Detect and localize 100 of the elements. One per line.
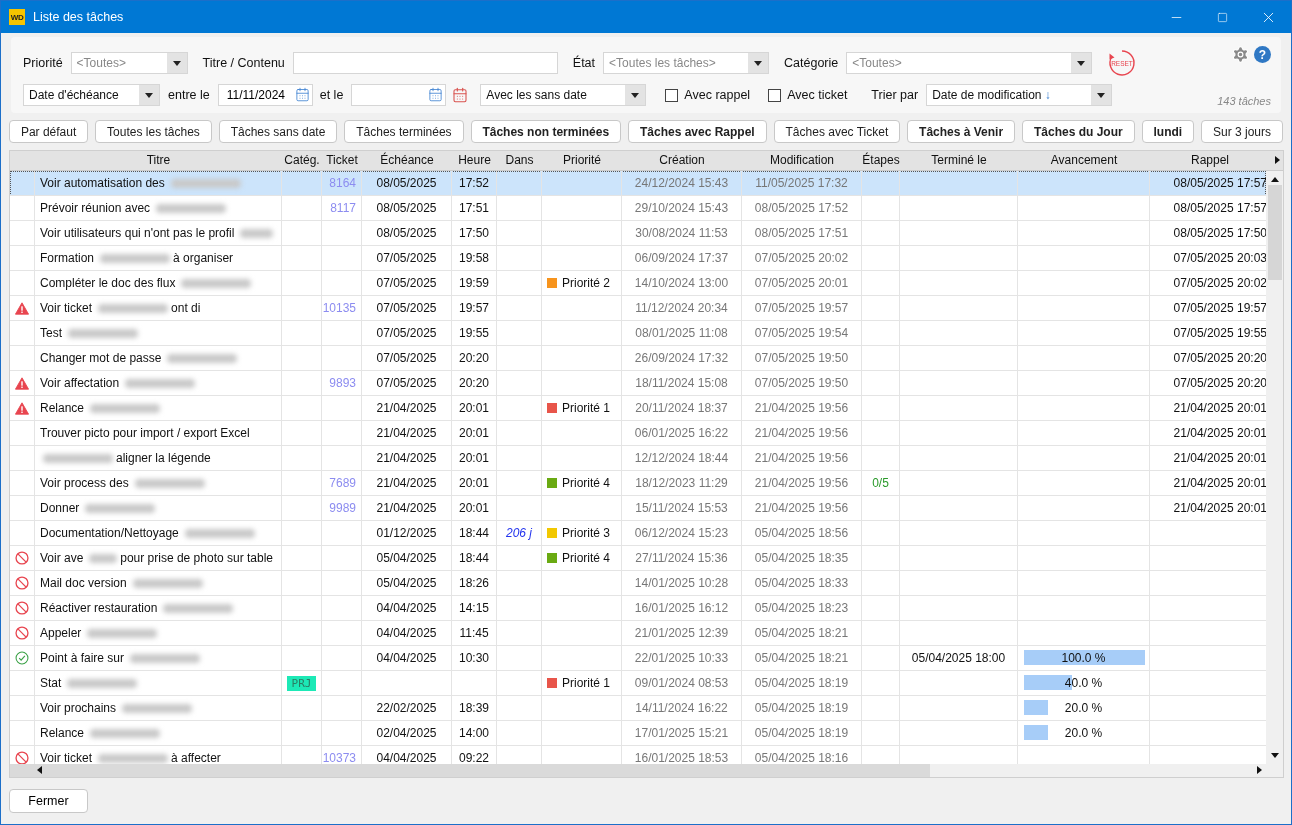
filter-button[interactable]: Tâches terminées bbox=[344, 120, 464, 143]
scrollbar-thumb[interactable] bbox=[1267, 185, 1282, 280]
calendar-icon[interactable] bbox=[452, 87, 469, 103]
table-cell: 21/04/2025 19:56 bbox=[754, 401, 849, 415]
table-cell: 20/11/2024 18:37 bbox=[635, 401, 728, 415]
column-header[interactable]: Avancement bbox=[1018, 151, 1150, 170]
table-row[interactable]: Relance 02/04/2025 14:00 17/01/2025 15:21 05/04/2025 18:19 20.0 % bbox=[10, 721, 1267, 746]
column-header[interactable]: Titre bbox=[35, 151, 282, 170]
column-header[interactable]: Dans bbox=[497, 151, 542, 170]
table-row[interactable]: Compléter le doc des flux 07/05/2025 19:59 Priorité 2 14/10/2024 13:00 07/05/2025 20:01 07/05/2025 20:02 bbox=[10, 271, 1267, 296]
table-row[interactable]: Réactiver restauration 04/04/2025 14:15 16/01/2025 16:12 05/04/2025 18:23 bbox=[10, 596, 1267, 621]
task-title: Voir ticket bbox=[40, 301, 93, 315]
date-field[interactable]: 11/11/2024 bbox=[217, 84, 313, 106]
table-row[interactable]: Stat PRJ Priorité 1 09/01/2024 08:53 05/04/2025 18:19 40.0 % bbox=[10, 671, 1267, 696]
dropdown[interactable]: <Toutes les tâches> bbox=[603, 52, 770, 74]
table-row[interactable]: Documentation/Nettoyage 01/12/2025 18:44 206 j Priorité 3 06/12/2024 15:23 05/04/2025 18:56 bbox=[10, 521, 1267, 546]
scroll-left-icon[interactable] bbox=[36, 766, 44, 775]
table-row[interactable]: Voir utilisateurs qui n'ont pas le profil 08/05/2025 17:50 30/08/2024 11:53 08/05/2025 17:51 08/05/2025 17:50 bbox=[10, 221, 1267, 246]
table-row[interactable]: Test 07/05/2025 19:55 08/01/2025 11:08 07/05/2025 19:54 07/05/2025 19:55 bbox=[10, 321, 1267, 346]
calendar-icon[interactable] bbox=[428, 87, 444, 102]
table-row[interactable]: Voir affectation 9893 07/05/2025 20:20 18/11/2024 15:08 07/05/2025 19:50 07/05/2025 20:20 bbox=[10, 371, 1267, 396]
table-cell: 07/05/2025 20:20 bbox=[1173, 376, 1267, 390]
checkbox[interactable]: Avec ticket bbox=[768, 88, 848, 102]
table-cell: 22/02/2025 bbox=[376, 701, 437, 715]
filter-button[interactable]: Toutes les tâches bbox=[95, 120, 212, 143]
column-header[interactable]: Priorité bbox=[542, 151, 622, 170]
redacted-mark bbox=[100, 253, 171, 263]
table-row[interactable]: Prévoir réunion avec 8117 08/05/2025 17:51 29/10/2024 15:43 08/05/2025 17:52 08/05/2025 17:57 bbox=[10, 196, 1267, 221]
table-row[interactable]: Mail doc version 05/04/2025 18:26 14/01/2025 10:28 05/04/2025 18:33 bbox=[10, 571, 1267, 596]
table-cell: 21/04/2025 bbox=[376, 426, 437, 440]
table-row[interactable]: aligner la légende 21/04/2025 20:01 12/12/2024 18:44 21/04/2025 19:56 21/04/2025 20:01 bbox=[10, 446, 1267, 471]
column-header[interactable]: Catég. bbox=[282, 151, 322, 170]
table-cell: 07/05/2025 bbox=[376, 326, 437, 340]
scrollbar-thumb[interactable] bbox=[10, 764, 930, 777]
table-row[interactable]: Formation à organiser 07/05/2025 19:58 06/09/2024 17:37 07/05/2025 20:02 07/05/2025 20:03 bbox=[10, 246, 1267, 271]
dropdown[interactable]: <Toutes> bbox=[846, 52, 1093, 74]
table-cell: 07/05/2025 20:01 bbox=[754, 276, 849, 290]
table-cell: 07/05/2025 bbox=[376, 376, 437, 390]
column-header[interactable]: Étapes bbox=[862, 151, 900, 170]
table-row[interactable]: Voir ticket ont di 10135 07/05/2025 19:57 11/12/2024 20:34 07/05/2025 19:57 07/05/2025 19:57 bbox=[10, 296, 1267, 321]
maximize-icon[interactable] bbox=[1216, 11, 1228, 23]
filter-button[interactable]: Tâches avec Rappel bbox=[628, 120, 767, 143]
settings-icon[interactable] bbox=[1231, 45, 1250, 64]
table-cell: 01/12/2025 bbox=[376, 526, 437, 540]
table-cell: 21/04/2025 20:01 bbox=[1173, 451, 1267, 465]
table-cell: 18:39 bbox=[459, 701, 489, 715]
column-header[interactable]: Modification bbox=[742, 151, 862, 170]
help-icon[interactable]: ? bbox=[1254, 46, 1271, 63]
filter-button[interactable]: Tâches avec Ticket bbox=[773, 120, 901, 143]
filter-button[interactable]: Sur 3 jours bbox=[1201, 120, 1283, 143]
table-row[interactable]: Relance 21/04/2025 20:01 Priorité 1 20/11/2024 18:37 21/04/2025 19:56 21/04/2025 20:01 bbox=[10, 396, 1267, 421]
table-cell: 18:44 bbox=[459, 551, 489, 565]
table-cell: 06/09/2024 17:37 bbox=[634, 251, 729, 265]
task-title: Point à faire sur bbox=[40, 651, 125, 665]
table-cell: 21/04/2025 20:01 bbox=[1173, 501, 1267, 515]
table-cell: 21/04/2025 bbox=[376, 401, 437, 415]
table-cell: 0/5 bbox=[872, 476, 889, 490]
dropdown[interactable]: <Toutes> bbox=[70, 52, 188, 74]
filter-button[interactable]: Tâches à Venir bbox=[907, 120, 1016, 143]
column-header[interactable]: Ticket bbox=[322, 151, 362, 170]
column-header[interactable]: Terminé le bbox=[900, 151, 1018, 170]
table-cell: 07/05/2025 19:57 bbox=[1173, 301, 1267, 315]
table-row[interactable]: Appeler 04/04/2025 11:45 21/01/2025 12:39 05/04/2025 18:21 bbox=[10, 621, 1267, 646]
column-header[interactable]: Heure bbox=[452, 151, 497, 170]
column-header[interactable]: Rappel bbox=[1150, 151, 1270, 170]
filter-button[interactable]: Tâches du Jour bbox=[1022, 120, 1135, 143]
redacted-mark bbox=[90, 403, 161, 413]
filter-button[interactable]: Tâches non terminées bbox=[470, 120, 622, 143]
scroll-right-icon[interactable] bbox=[1255, 765, 1263, 775]
dropdown[interactable]: Date de modification ↓ bbox=[926, 84, 1113, 106]
task-title: Changer mot de passe bbox=[40, 351, 162, 365]
table-cell: 7689 bbox=[329, 476, 356, 490]
table-row[interactable]: Voir process des 7689 21/04/2025 20:01 Priorité 4 18/12/2023 11:29 21/04/2025 19:56 0/5 21/04/2025 20:01 bbox=[10, 471, 1267, 496]
column-header[interactable]: Échéance bbox=[362, 151, 452, 170]
close-dialog-button[interactable]: Fermer bbox=[9, 789, 88, 813]
scroll-right-icon[interactable] bbox=[1272, 156, 1281, 165]
table-row[interactable]: Voir ave pour prise de photo sur table 05/04/2025 18:44 Priorité 4 27/11/2024 15:36 05/04/2025 18:35 bbox=[10, 546, 1267, 571]
task-title: Relance bbox=[40, 726, 85, 740]
table-row[interactable]: Voir automatisation des 8164 08/05/2025 17:52 24/12/2024 15:43 11/05/2025 17:32 08/05/2025 17:57 bbox=[10, 171, 1267, 196]
filter-button[interactable]: Par défaut bbox=[9, 120, 89, 143]
date-field[interactable] bbox=[351, 84, 447, 106]
column-header[interactable]: Création bbox=[622, 151, 742, 170]
filter-label: Trier par bbox=[871, 88, 919, 102]
dropdown[interactable]: Date d'échéance bbox=[23, 84, 160, 106]
table-row[interactable]: Voir prochains 22/02/2025 18:39 14/11/2024 16:22 05/04/2025 18:19 20.0 % bbox=[10, 696, 1267, 721]
table-row[interactable]: Trouver picto pour import / export Excel 21/04/2025 20:01 06/01/2025 16:22 21/04/2025 19:56 21/04/2025 20:01 bbox=[10, 421, 1267, 446]
filter-button[interactable]: Tâches sans date bbox=[218, 120, 338, 143]
checkbox[interactable]: Avec rappel bbox=[665, 88, 751, 102]
calendar-icon[interactable] bbox=[294, 87, 310, 102]
filter-button[interactable]: lundi bbox=[1141, 120, 1195, 143]
dropdown[interactable]: Avec les sans date bbox=[480, 84, 647, 106]
table-cell: 08/05/2025 17:57 bbox=[1173, 176, 1267, 190]
table-cell: 19:55 bbox=[459, 326, 489, 340]
redacted-mark bbox=[85, 503, 156, 513]
table-row[interactable]: Donner 9989 21/04/2025 20:01 15/11/2024 15:53 21/04/2025 19:56 21/04/2025 20:01 bbox=[10, 496, 1267, 521]
table-cell: 02/04/2025 bbox=[376, 726, 437, 740]
scroll-down-icon[interactable] bbox=[1270, 751, 1279, 760]
table-row[interactable]: Changer mot de passe 07/05/2025 20:20 26/09/2024 17:32 07/05/2025 19:50 07/05/2025 20:20 bbox=[10, 346, 1267, 371]
search-field[interactable] bbox=[292, 52, 558, 74]
table-row[interactable]: Point à faire sur 04/04/2025 10:30 22/01/2025 10:33 05/04/2025 18:21 05/04/2025 18:00 100.0 % bbox=[10, 646, 1267, 671]
